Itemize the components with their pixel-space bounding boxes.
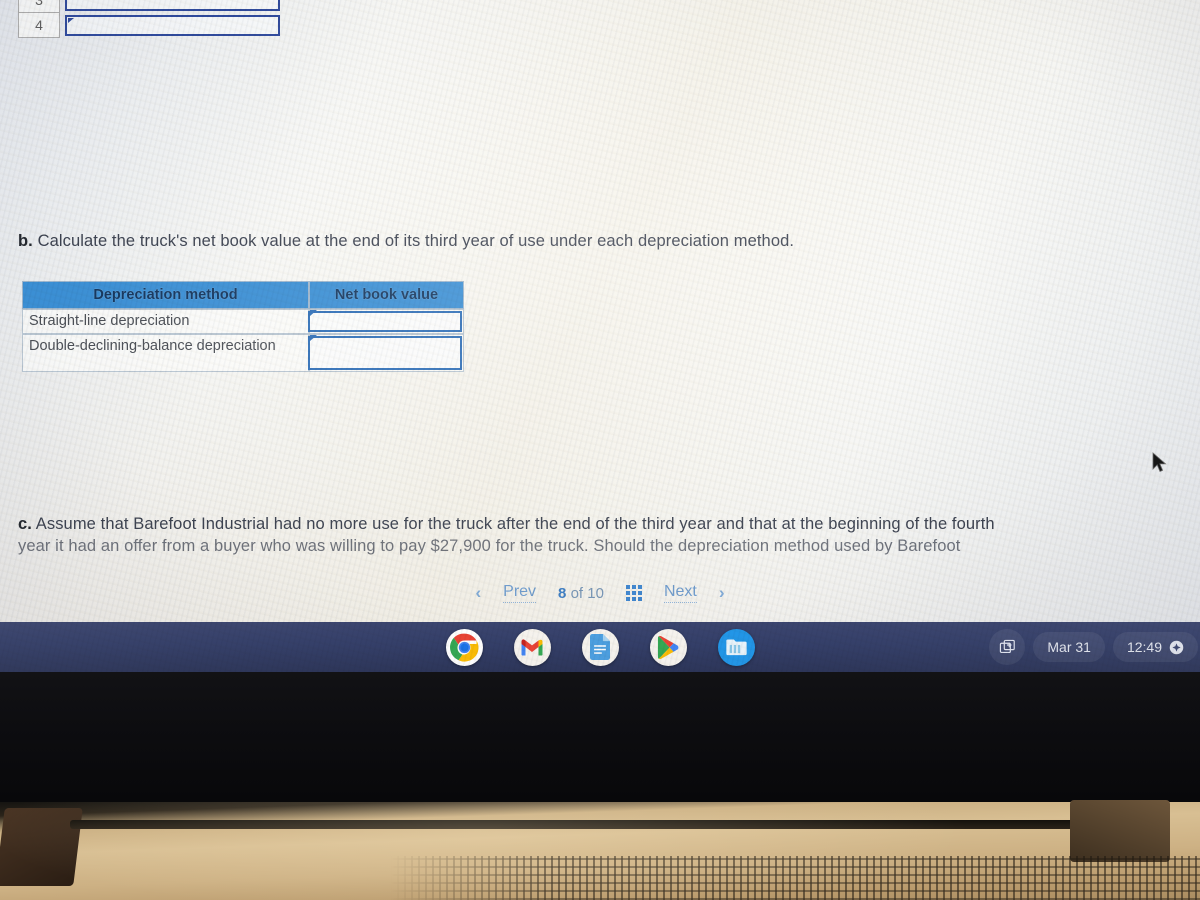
- row-input-cell[interactable]: [65, 13, 280, 38]
- question-c-line2: year it had an offer from a buyer who wa…: [18, 536, 961, 555]
- chrome-icon: [449, 633, 478, 662]
- shelf-item-play-store[interactable]: [649, 628, 687, 672]
- shelf-item-docs[interactable]: [581, 628, 619, 666]
- next-chevron-icon[interactable]: ›: [719, 583, 725, 603]
- app-running-indicator: [661, 671, 675, 672]
- google-play-icon: [657, 635, 678, 659]
- app-running-indicator: [457, 671, 471, 672]
- google-docs-icon: [590, 634, 610, 660]
- chromebook-screen: 3 4 b. Calculate the truck's net book va…: [0, 0, 1200, 672]
- files-folder-icon: [725, 639, 747, 656]
- net-book-value-input[interactable]: [308, 311, 462, 333]
- mouse-pointer-icon: [1152, 452, 1167, 473]
- date-button[interactable]: Mar 31: [1033, 632, 1105, 662]
- prev-chevron-icon[interactable]: ‹: [475, 583, 481, 603]
- table-row: 4: [18, 13, 280, 38]
- row-label-double-declining: Double-declining-balance depreciation: [22, 334, 309, 373]
- shelf-item-files[interactable]: [717, 628, 755, 666]
- table-header-row: Depreciation method Net book value: [22, 281, 464, 309]
- row-number: 3: [18, 0, 60, 13]
- assignment-page: 3 4 b. Calculate the truck's net book va…: [0, 0, 1200, 672]
- prev-button[interactable]: Prev: [503, 583, 537, 603]
- row-input-cell[interactable]: [65, 0, 280, 13]
- shelf-date: Mar 31: [1047, 639, 1091, 655]
- page-navigation: ‹ Prev 8 of 10 Next ›: [0, 576, 1200, 610]
- current-page-number: 8: [558, 584, 567, 602]
- column-header-method: Depreciation method: [22, 281, 309, 309]
- next-button[interactable]: Next: [663, 583, 697, 603]
- net-book-value-table: Depreciation method Net book value Strai…: [22, 281, 464, 373]
- question-b-text: b. Calculate the truck's net book value …: [18, 230, 958, 252]
- previous-table-partial: 3 4: [18, 0, 280, 38]
- table-row: 3: [18, 0, 280, 13]
- question-c-line1: Assume that Barefoot Industrial had no m…: [35, 515, 995, 533]
- app-running-indicator: [525, 671, 539, 672]
- row-number: 4: [18, 13, 60, 38]
- deck-light-glare: [0, 802, 1200, 900]
- screen-capture-button[interactable]: [989, 629, 1026, 665]
- table-row: Double-declining-balance depreciation: [22, 334, 464, 373]
- screen-capture-icon: [999, 639, 1015, 653]
- of-label: of: [570, 584, 584, 602]
- question-b-label: b.: [18, 232, 33, 250]
- system-status-icon: [1169, 640, 1184, 654]
- grid-view-icon[interactable]: [625, 585, 642, 601]
- cell-marker-triangle-icon: [310, 335, 317, 342]
- table-row: Straight-line depreciation: [22, 309, 464, 335]
- shelf-status-tray: Mar 31 12:49: [989, 622, 1200, 672]
- system-tray-button[interactable]: 12:49: [1112, 632, 1198, 662]
- chromeos-shelf: Mar 31 12:49: [0, 622, 1200, 672]
- laptop-bezel: hp: [0, 672, 1200, 802]
- gmail-icon: [521, 638, 543, 655]
- page-counter: 8 of 10: [558, 585, 604, 602]
- input-cell-straight-line[interactable]: [308, 309, 464, 335]
- cell-marker-triangle-icon: [310, 310, 317, 316]
- total-pages: 10: [587, 584, 604, 602]
- input-cell-double-declining[interactable]: [308, 334, 464, 373]
- laptop-keyboard-deck: [0, 800, 1200, 900]
- input-field[interactable]: [65, 0, 280, 11]
- row-label-straight-line: Straight-line depreciation: [22, 309, 309, 335]
- input-field[interactable]: [65, 15, 280, 36]
- shelf-item-chrome[interactable]: [445, 628, 483, 672]
- question-c-text: c. Assume that Barefoot Industrial had n…: [18, 514, 1136, 558]
- photo-of-laptop-screen: 3 4 b. Calculate the truck's net book va…: [0, 0, 1200, 900]
- shelf-item-gmail[interactable]: [513, 628, 551, 672]
- net-book-value-input[interactable]: [308, 336, 462, 371]
- question-b-body: Calculate the truck's net book value at …: [37, 232, 795, 250]
- column-header-net-book-value: Net book value: [309, 281, 464, 309]
- cell-marker-triangle-icon: [68, 18, 74, 23]
- shelf-time: 12:49: [1126, 639, 1162, 655]
- question-c-label: c.: [18, 515, 32, 533]
